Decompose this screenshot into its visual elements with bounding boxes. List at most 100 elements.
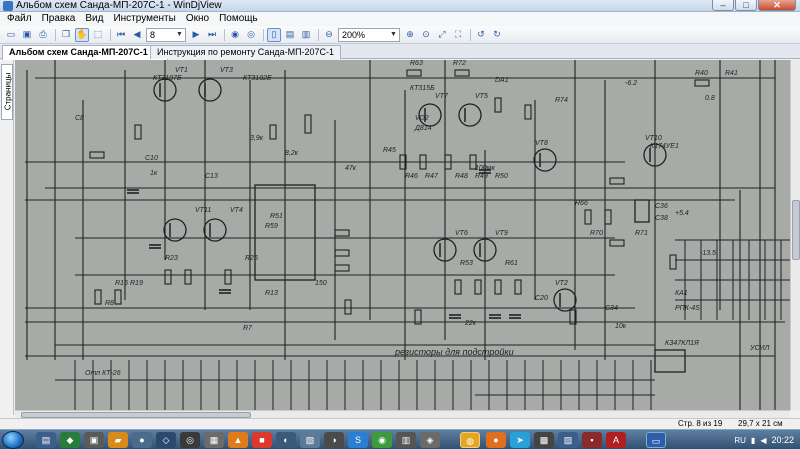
tab-repair-manual[interactable]: Инструкция по ремонту Санда-МП-207С-1: [150, 45, 342, 59]
fit-width-icon[interactable]: ⤢: [435, 28, 449, 42]
schematic-label: R48: [455, 173, 468, 180]
skype-icon[interactable]: S: [348, 432, 368, 448]
schematic-label: VT3: [220, 67, 233, 74]
tab-album[interactable]: Альбом схем Санда-МП-207С-1✕: [2, 45, 169, 60]
schematic-label: 10к: [615, 323, 627, 330]
back-icon[interactable]: ◉: [228, 28, 242, 42]
app-icon-6[interactable]: ◇: [156, 432, 176, 448]
schematic-label: R23: [165, 255, 178, 262]
app-icon-22[interactable]: ▨: [558, 432, 578, 448]
vlc-icon[interactable]: ▲: [228, 432, 248, 448]
app-icon-17[interactable]: ◈: [420, 432, 440, 448]
app-icon-13[interactable]: ◑: [324, 432, 344, 448]
schematic-label: 22к: [464, 320, 477, 327]
app-icon-2[interactable]: ◆: [60, 432, 80, 448]
firefox-icon[interactable]: ●: [486, 432, 506, 448]
hand-tool-icon[interactable]: ✋: [75, 27, 89, 42]
horizontal-scrollbar[interactable]: [15, 410, 790, 418]
app-icon-10[interactable]: ■: [252, 432, 272, 448]
page-number-value: 8: [150, 29, 156, 40]
windjview-taskbar-icon[interactable]: ▭: [646, 432, 666, 448]
schematic-label: 0.8: [705, 95, 715, 102]
schematic-label: R72: [453, 60, 466, 67]
save-icon[interactable]: ▣: [20, 28, 34, 42]
page-number-input[interactable]: 8 ▼: [146, 27, 186, 42]
zoom-in-icon[interactable]: ⊕: [403, 28, 417, 42]
app-icon-8[interactable]: ▦: [204, 432, 224, 448]
next-page-icon[interactable]: ▶: [189, 28, 203, 42]
app-icon-16[interactable]: ▥: [396, 432, 416, 448]
telegram-icon[interactable]: ➤: [510, 432, 530, 448]
previous-page-icon[interactable]: ◀: [130, 28, 144, 42]
open-icon[interactable]: ▭: [4, 28, 18, 42]
tab-album-label: Альбом схем Санда-МП-207С-1: [9, 47, 148, 57]
chrome-icon[interactable]: ◍: [460, 432, 480, 448]
schematic-label: R45: [383, 147, 396, 154]
schematic-label: КЗ47КЛ1Я: [665, 340, 699, 347]
select-tool-icon[interactable]: ⬚: [91, 28, 105, 42]
close-button[interactable]: ✕: [758, 0, 796, 11]
continuous-icon[interactable]: ▤: [283, 28, 297, 42]
forward-icon[interactable]: ◎: [244, 28, 258, 42]
rotate-right-icon[interactable]: ↻: [490, 28, 504, 42]
menu-file[interactable]: Файл: [2, 12, 37, 26]
start-button[interactable]: [2, 431, 24, 449]
app-icon-23[interactable]: ▪: [582, 432, 602, 448]
vertical-scroll-thumb[interactable]: [792, 200, 800, 260]
schematic-label: 100мк: [475, 165, 495, 172]
facing-pages-icon[interactable]: ▥: [299, 28, 313, 42]
zoom-select[interactable]: 200% ▼: [338, 27, 400, 42]
document-viewer[interactable]: VT1 VT3 VT7 VT5 VT8 VT10 VT11 VT4 VT6 VT9 VT2 КТ310…: [15, 60, 790, 410]
schematic-label: VT5: [475, 93, 488, 100]
menu-edit[interactable]: Правка: [37, 12, 81, 26]
clock[interactable]: 20:22: [771, 435, 794, 445]
schematic-label: УСИЛ: [749, 345, 770, 352]
menu-tools[interactable]: Инструменты: [108, 12, 180, 26]
print-icon[interactable]: ⎙: [36, 28, 50, 42]
schematic-label: КТ315Б: [410, 85, 435, 92]
schematic-label: КТ3102Е: [243, 75, 272, 82]
fit-page-icon[interactable]: ⛶: [451, 28, 465, 42]
zoom-rect-icon[interactable]: ⊙: [419, 28, 433, 42]
first-page-icon[interactable]: ⏮: [114, 28, 128, 42]
zoom-value: 200%: [342, 29, 366, 40]
app-icon-11[interactable]: ◐: [276, 432, 296, 448]
minimize-button[interactable]: –: [712, 0, 734, 11]
copy-icon[interactable]: ❐: [59, 28, 73, 42]
app-icon-7[interactable]: ◎: [180, 432, 200, 448]
pdf-icon[interactable]: A: [606, 432, 626, 448]
app-icon: [3, 1, 13, 11]
zoom-out-icon[interactable]: ⊖: [322, 28, 336, 42]
schematic-label: R50: [495, 173, 508, 180]
folder-icon[interactable]: ▰: [108, 432, 128, 448]
title-bar: Альбом схем Санда-МП-207С-1 - WinDjView …: [0, 0, 800, 12]
network-icon[interactable]: ▮: [751, 436, 755, 445]
schematic-label: 150: [315, 280, 327, 287]
pages-panel-tab[interactable]: Страницы: [1, 64, 13, 120]
tab-bar: Альбом схем Санда-МП-207С-1✕ Инструкция …: [0, 44, 800, 60]
language-indicator[interactable]: RU: [734, 436, 746, 445]
schematic-label: R53: [460, 260, 473, 267]
schematic-label: VT4: [230, 207, 243, 214]
menu-window[interactable]: Окно: [181, 12, 214, 26]
maximize-button[interactable]: □: [735, 0, 757, 11]
schematic-label: R61: [505, 260, 518, 267]
last-page-icon[interactable]: ⏭: [205, 28, 219, 42]
menu-bar: Файл Правка Вид Инструменты Окно Помощь: [0, 12, 800, 26]
app-icon-12[interactable]: ▧: [300, 432, 320, 448]
menu-view[interactable]: Вид: [80, 12, 108, 26]
explorer-icon[interactable]: ▤: [36, 432, 56, 448]
schematic-label: R70: [590, 230, 603, 237]
taskbar: ▤ ◆ ▣ ▰ ● ◇ ◎ ▦ ▲ ■ ◐ ▧ ◑ S ◉ ▥ ◈ ◍ ● ➤ …: [0, 429, 800, 449]
app-icon-5[interactable]: ●: [132, 432, 152, 448]
vertical-scrollbar[interactable]: [790, 60, 800, 410]
app-icon-15[interactable]: ◉: [372, 432, 392, 448]
volume-icon[interactable]: ◀: [760, 436, 766, 445]
single-page-icon[interactable]: ▯: [267, 27, 281, 42]
menu-help[interactable]: Помощь: [214, 12, 263, 26]
app-icon-21[interactable]: ▩: [534, 432, 554, 448]
schematic-label: R41: [725, 70, 738, 77]
rotate-left-icon[interactable]: ↺: [474, 28, 488, 42]
app-icon-3[interactable]: ▣: [84, 432, 104, 448]
schematic-label: R25: [245, 255, 258, 262]
